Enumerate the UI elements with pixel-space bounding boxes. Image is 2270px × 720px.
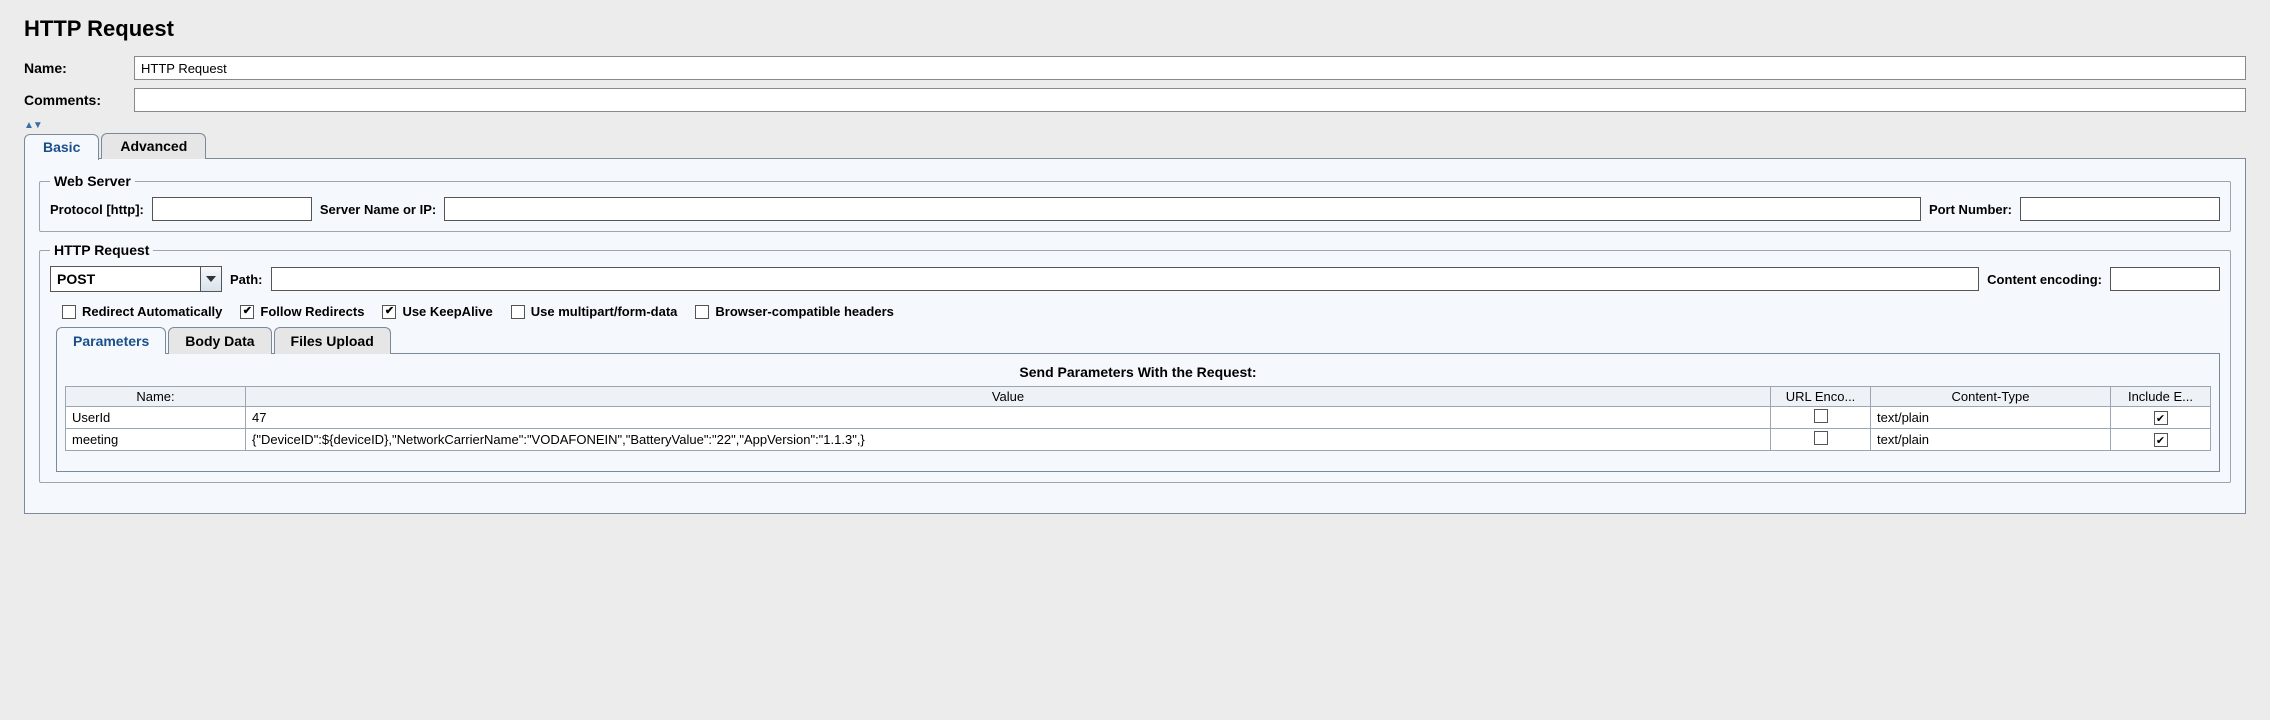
method-input[interactable] bbox=[50, 266, 200, 292]
multipart-label: Use multipart/form-data bbox=[531, 304, 678, 319]
encoding-label: Content encoding: bbox=[1987, 272, 2102, 287]
name-input[interactable] bbox=[134, 56, 2246, 80]
checkbox-icon bbox=[240, 305, 254, 319]
keepalive-label: Use KeepAlive bbox=[402, 304, 492, 319]
encoding-input[interactable] bbox=[2110, 267, 2220, 291]
redirect-auto-label: Redirect Automatically bbox=[82, 304, 222, 319]
cell-name[interactable]: UserId bbox=[66, 407, 246, 429]
tab-parameters[interactable]: Parameters bbox=[56, 327, 166, 354]
protocol-label: Protocol [http]: bbox=[50, 202, 144, 217]
path-label: Path: bbox=[230, 272, 263, 287]
cell-content-type[interactable]: text/plain bbox=[1871, 429, 2111, 451]
inner-tabstrip: Parameters Body Data Files Upload bbox=[56, 327, 2220, 354]
col-header-url-encode[interactable]: URL Enco... bbox=[1771, 387, 1871, 407]
port-label: Port Number: bbox=[1929, 202, 2012, 217]
table-row[interactable]: meeting {"DeviceID":${deviceID},"Network… bbox=[66, 429, 2211, 451]
cell-url-encode[interactable] bbox=[1771, 407, 1871, 429]
redirect-auto-checkbox[interactable]: Redirect Automatically bbox=[62, 304, 222, 319]
name-label: Name: bbox=[24, 60, 124, 76]
cell-value[interactable]: 47 bbox=[246, 407, 1771, 429]
keepalive-checkbox[interactable]: Use KeepAlive bbox=[382, 304, 492, 319]
cell-content-type[interactable]: text/plain bbox=[1871, 407, 2111, 429]
param-table: Name: Value URL Enco... Content-Type Inc… bbox=[65, 386, 2211, 451]
path-input[interactable] bbox=[271, 267, 1980, 291]
main-tabstrip: Basic Advanced bbox=[24, 133, 2246, 159]
web-server-legend: Web Server bbox=[50, 173, 135, 189]
tab-advanced[interactable]: Advanced bbox=[101, 133, 206, 159]
parameters-panel: Send Parameters With the Request: Name: … bbox=[56, 353, 2220, 472]
checkbox-icon bbox=[511, 305, 525, 319]
page-title: HTTP Request bbox=[24, 16, 2246, 42]
table-header-row: Name: Value URL Enco... Content-Type Inc… bbox=[66, 387, 2211, 407]
cell-name[interactable]: meeting bbox=[66, 429, 246, 451]
browser-compat-label: Browser-compatible headers bbox=[715, 304, 893, 319]
cell-include-equals[interactable] bbox=[2111, 407, 2211, 429]
checkbox-icon bbox=[695, 305, 709, 319]
multipart-checkbox[interactable]: Use multipart/form-data bbox=[511, 304, 678, 319]
comments-input[interactable] bbox=[134, 88, 2246, 112]
checkbox-icon bbox=[382, 305, 396, 319]
cell-include-equals[interactable] bbox=[2111, 429, 2211, 451]
http-request-legend: HTTP Request bbox=[50, 242, 153, 258]
col-header-value[interactable]: Value bbox=[246, 387, 1771, 407]
cell-url-encode[interactable] bbox=[1771, 429, 1871, 451]
checkbox-icon bbox=[1814, 409, 1828, 423]
browser-compat-checkbox[interactable]: Browser-compatible headers bbox=[695, 304, 893, 319]
web-server-fieldset: Web Server Protocol [http]: Server Name … bbox=[39, 173, 2231, 232]
method-combo[interactable] bbox=[50, 266, 222, 292]
col-header-content-type[interactable]: Content-Type bbox=[1871, 387, 2111, 407]
col-header-include-equals[interactable]: Include E... bbox=[2111, 387, 2211, 407]
tab-basic[interactable]: Basic bbox=[24, 134, 99, 160]
tab-body-data[interactable]: Body Data bbox=[168, 327, 271, 354]
param-table-caption: Send Parameters With the Request: bbox=[65, 364, 2211, 380]
protocol-input[interactable] bbox=[152, 197, 312, 221]
basic-panel: Web Server Protocol [http]: Server Name … bbox=[24, 158, 2246, 514]
checkbox-icon bbox=[2154, 411, 2168, 425]
method-dropdown-button[interactable] bbox=[200, 266, 222, 292]
comments-label: Comments: bbox=[24, 92, 124, 108]
follow-redirects-checkbox[interactable]: Follow Redirects bbox=[240, 304, 364, 319]
chevron-down-icon bbox=[206, 276, 216, 282]
http-request-fieldset: HTTP Request Path: Content encoding: Red… bbox=[39, 242, 2231, 483]
tab-files-upload[interactable]: Files Upload bbox=[274, 327, 391, 354]
col-header-name[interactable]: Name: bbox=[66, 387, 246, 407]
checkbox-icon bbox=[62, 305, 76, 319]
port-input[interactable] bbox=[2020, 197, 2220, 221]
follow-redirects-label: Follow Redirects bbox=[260, 304, 364, 319]
cell-value[interactable]: {"DeviceID":${deviceID},"NetworkCarrierN… bbox=[246, 429, 1771, 451]
server-input[interactable] bbox=[444, 197, 1921, 221]
server-label: Server Name or IP: bbox=[320, 202, 436, 217]
collapse-toggle-icon[interactable]: ▲▼ bbox=[24, 120, 2246, 131]
checkbox-icon bbox=[1814, 431, 1828, 445]
checkbox-icon bbox=[2154, 433, 2168, 447]
table-row[interactable]: UserId 47 text/plain bbox=[66, 407, 2211, 429]
